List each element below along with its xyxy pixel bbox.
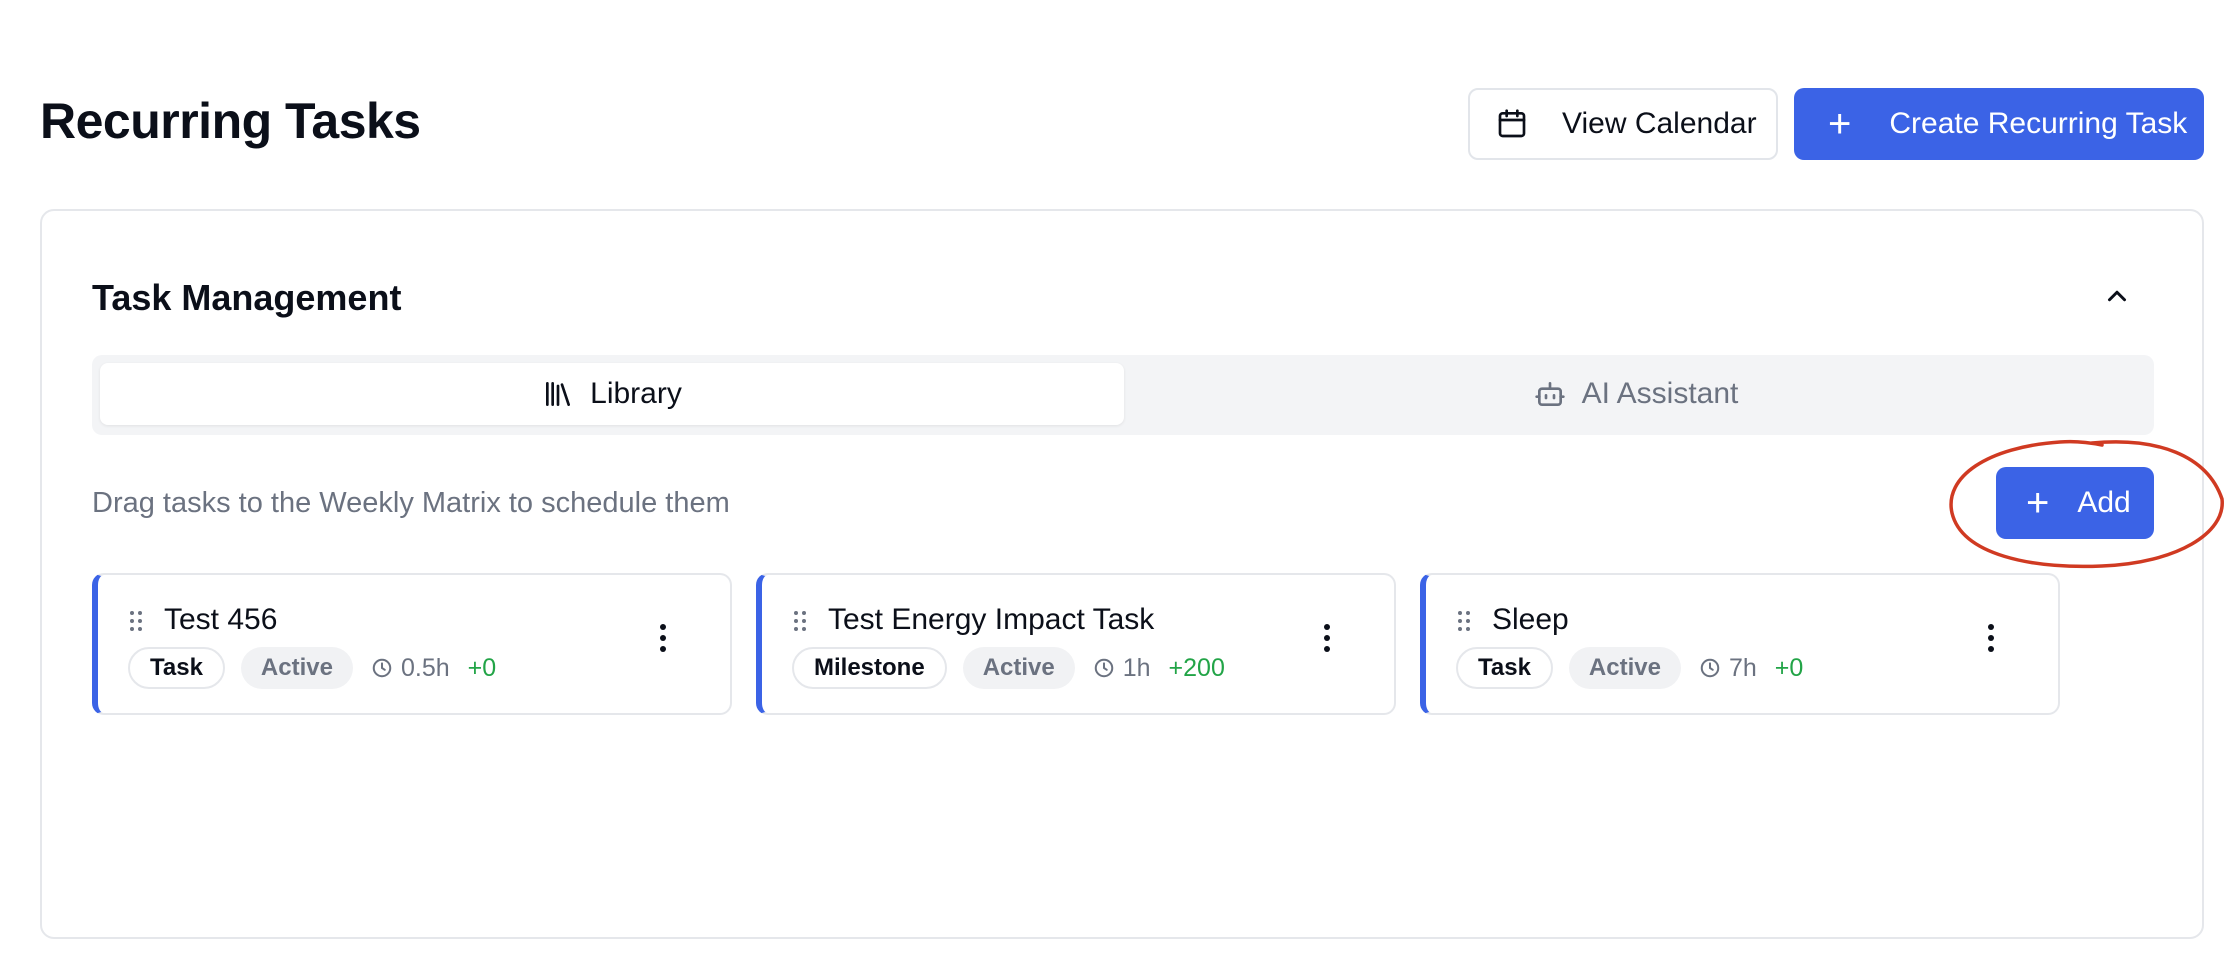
task-name: Test 456 — [164, 603, 278, 636]
panel-tabs: Library AI Assistant — [92, 355, 2154, 435]
create-recurring-task-label: Create Recurring Task — [1889, 107, 2188, 140]
more-vertical-icon[interactable] — [658, 623, 668, 653]
tab-ai-assistant[interactable]: AI Assistant — [1124, 363, 2148, 425]
task-status-badge: Active — [962, 647, 1075, 689]
task-duration: 1h — [1122, 653, 1151, 682]
add-task-button[interactable]: + Add — [1996, 467, 2154, 539]
more-vertical-icon[interactable] — [1986, 623, 1996, 653]
drag-handle-icon[interactable] — [792, 609, 808, 633]
task-name: Test Energy Impact Task — [828, 603, 1155, 636]
add-task-label: Add — [2077, 486, 2131, 519]
library-icon — [546, 382, 571, 406]
create-recurring-task-button[interactable]: + Create Recurring Task — [1794, 88, 2204, 160]
tab-library[interactable]: Library — [100, 363, 1124, 425]
tab-library-label: Library — [590, 377, 682, 410]
task-meta: Milestone Active 1h +200 — [792, 647, 1225, 689]
bot-icon — [1534, 382, 1565, 406]
task-card[interactable]: Test Energy Impact Task Milestone Active… — [756, 573, 1396, 715]
view-calendar-button[interactable]: View Calendar — [1468, 88, 1778, 160]
view-calendar-label: View Calendar — [1562, 107, 1757, 140]
task-duration: 0.5h — [400, 653, 450, 682]
task-energy: +0 — [467, 653, 497, 682]
clock-icon — [1094, 658, 1113, 678]
task-duration: 7h — [1728, 653, 1757, 682]
task-energy: +200 — [1168, 653, 1225, 682]
more-vertical-icon[interactable] — [1322, 623, 1332, 653]
task-type-badge: Task — [1456, 647, 1553, 689]
clock-icon — [372, 658, 392, 678]
tab-ai-assistant-label: AI Assistant — [1581, 377, 1739, 410]
task-name: Sleep — [1492, 603, 1569, 636]
task-type-badge: Milestone — [792, 647, 947, 689]
drag-handle-icon[interactable] — [1456, 609, 1472, 633]
drag-handle-icon[interactable] — [128, 609, 144, 633]
plus-icon: + — [2026, 481, 2050, 525]
task-meta: Task Active 7h +0 — [1456, 647, 1803, 689]
task-status-badge: Active — [240, 647, 353, 689]
chevron-up-icon[interactable] — [2102, 281, 2132, 311]
recurring-tasks-page: Recurring Tasks View Calendar + Create R… — [0, 0, 2234, 964]
page-title: Recurring Tasks — [40, 93, 421, 149]
drag-hint: Drag tasks to the Weekly Matrix to sched… — [92, 487, 730, 519]
task-meta: Task Active 0.5h +0 — [128, 647, 496, 689]
task-energy: +0 — [1774, 653, 1804, 682]
plus-icon: + — [1828, 102, 1852, 146]
task-card[interactable]: Sleep Task Active 7h +0 — [1420, 573, 2060, 715]
panel-title: Task Management — [92, 277, 402, 318]
task-status-badge: Active — [1568, 647, 1681, 689]
calendar-icon — [1498, 109, 1526, 138]
task-card[interactable]: Test 456 Task Active 0.5h +0 — [92, 573, 732, 715]
task-type-badge: Task — [128, 647, 225, 689]
task-management-panel: Task Management Library AI Assistant Dra… — [40, 209, 2224, 939]
clock-icon — [1700, 658, 1720, 678]
